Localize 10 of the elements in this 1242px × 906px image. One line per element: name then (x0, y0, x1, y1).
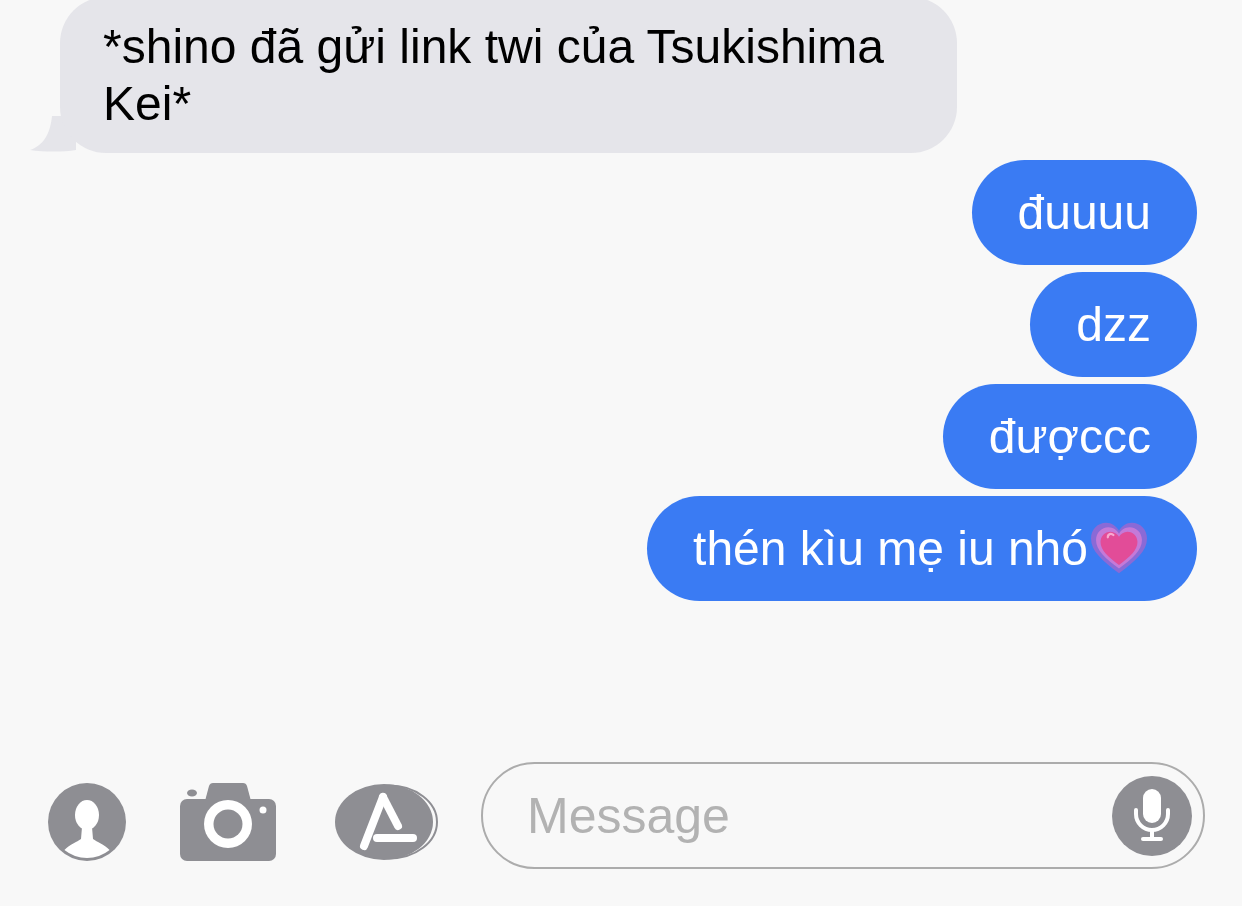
message-text: đuuuu (1017, 185, 1151, 241)
message-text: *shino đã gửi link twi của Tsukishima Kei* (103, 20, 884, 130)
person-icon[interactable] (48, 783, 126, 861)
message-text: thén kìu mẹ iu nhó (693, 521, 1088, 577)
message-text: dzz (1076, 297, 1151, 353)
message-field[interactable]: Message (481, 762, 1205, 869)
apps-icon[interactable] (335, 784, 438, 860)
message-text: đượccc (988, 409, 1151, 465)
microphone-icon[interactable] (1112, 776, 1192, 856)
camera-icon[interactable] (180, 783, 276, 861)
